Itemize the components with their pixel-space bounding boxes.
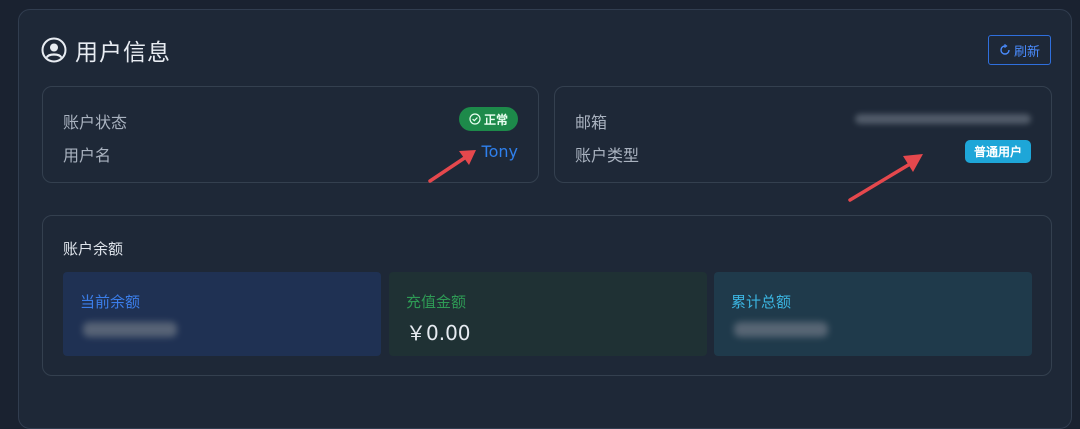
user-info-card: 用户信息 刷新 账户状态 正常 用户名 Tony 邮箱 账户类型 普通用户 账户… [18, 9, 1072, 429]
recharge-amount-box: 充值金额 ￥0.00 [389, 272, 707, 356]
username-value: Tony [481, 142, 518, 161]
balance-panel: 账户余额 当前余额 充值金额 ￥0.00 累计总额 [42, 215, 1052, 376]
email-label: 邮箱 [575, 113, 608, 132]
balance-title: 账户余额 [63, 240, 124, 258]
status-badge: 正常 [459, 107, 518, 131]
email-value-redacted [855, 114, 1031, 124]
recharge-amount-value: ￥0.00 [406, 321, 471, 345]
current-balance-box: 当前余额 [63, 272, 381, 356]
account-type-badge: 普通用户 [965, 140, 1031, 163]
check-circle-icon [469, 113, 481, 125]
total-amount-box: 累计总额 [714, 272, 1032, 356]
status-label: 账户状态 [63, 113, 128, 132]
total-amount-label: 累计总额 [731, 293, 792, 311]
account-type-panel: 邮箱 账户类型 普通用户 [554, 86, 1052, 183]
card-header: 用户信息 [41, 36, 171, 66]
status-badge-text: 正常 [483, 112, 508, 127]
current-balance-redacted [83, 322, 177, 337]
account-status-panel: 账户状态 正常 用户名 Tony [42, 86, 539, 183]
total-amount-redacted [734, 322, 828, 337]
username-label: 用户名 [63, 146, 112, 165]
recharge-amount-label: 充值金额 [406, 293, 467, 311]
refresh-icon [1000, 44, 1010, 55]
account-type-label: 账户类型 [575, 146, 640, 165]
page-title: 用户信息 [75, 40, 171, 66]
current-balance-label: 当前余额 [80, 293, 141, 311]
user-circle-icon [41, 37, 67, 63]
refresh-label: 刷新 [1013, 44, 1040, 60]
refresh-button[interactable]: 刷新 [988, 35, 1051, 65]
